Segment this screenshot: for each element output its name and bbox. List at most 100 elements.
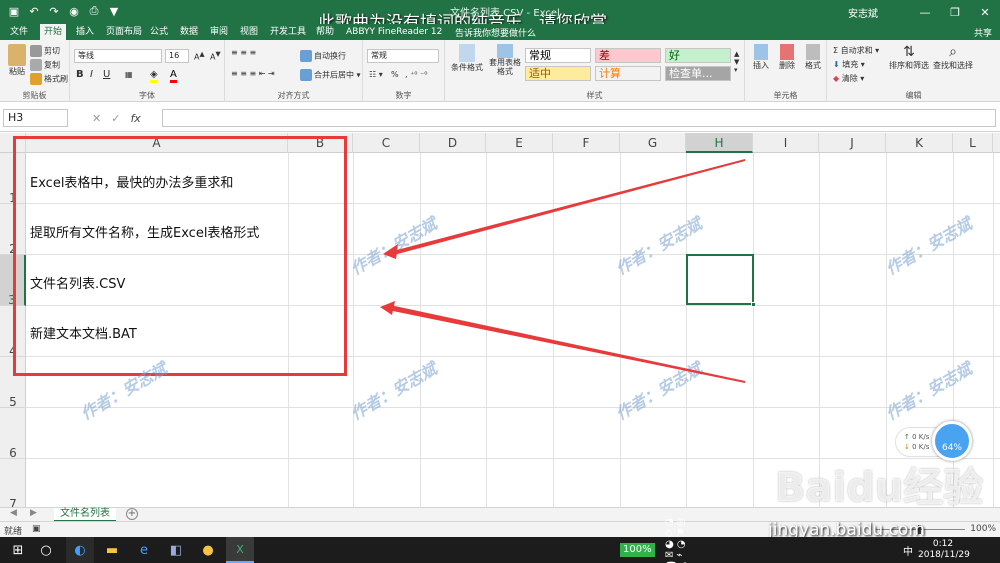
task-view-icon[interactable]: ◐ xyxy=(66,537,94,563)
font-size-select[interactable]: 16 xyxy=(165,49,189,63)
excel-taskbar-icon[interactable]: X xyxy=(226,537,254,563)
copy-button[interactable]: 复制 xyxy=(30,59,60,71)
search-icon[interactable]: ○ xyxy=(32,537,60,563)
print-icon[interactable]: ⎙ xyxy=(86,3,102,19)
tab-data[interactable]: 数据 xyxy=(176,24,202,40)
style-calculation[interactable]: 计算 xyxy=(595,66,661,81)
cancel-icon[interactable]: ✕ xyxy=(92,112,101,125)
align-top-icon[interactable]: ≡ ≡ ≡ xyxy=(231,48,256,57)
tab-insert[interactable]: 插入 xyxy=(72,24,98,40)
autosum-button[interactable]: Σ 自动求和 ▾ xyxy=(833,45,879,56)
column-header-h[interactable]: H xyxy=(686,133,753,153)
tab-home[interactable]: 开始 xyxy=(40,24,67,40)
find-select-button[interactable]: ⌕ 查找和选择 xyxy=(931,44,975,71)
align-left-icon[interactable]: ≡ ≡ ≡ ⇤ ⇥ xyxy=(231,69,275,78)
tab-page-layout[interactable]: 页面布局 xyxy=(102,24,146,40)
sheet-next-icon[interactable]: ▶ xyxy=(30,508,37,518)
column-header-l[interactable]: L xyxy=(953,133,993,153)
currency-icon[interactable]: ☷ ▾ xyxy=(369,70,383,79)
add-sheet-icon[interactable]: + xyxy=(126,508,138,520)
sort-filter-button[interactable]: ⇅ 排序和筛选 xyxy=(887,44,931,71)
style-check-cell[interactable]: 检查单... xyxy=(665,66,731,81)
percent-button[interactable]: % xyxy=(391,70,399,79)
undo-icon[interactable]: ↶ xyxy=(26,3,42,19)
restore-button[interactable]: ❐ xyxy=(940,0,970,24)
macro-record-icon[interactable]: ▣ xyxy=(32,524,41,534)
close-button[interactable]: ✕ xyxy=(970,0,1000,24)
insert-cells-button[interactable]: 插入 xyxy=(749,44,773,71)
merge-center-button[interactable]: 合并后居中 ▾ xyxy=(300,69,361,81)
style-neutral[interactable]: 适中 xyxy=(525,66,591,81)
style-normal[interactable]: 常规 xyxy=(525,48,591,63)
format-as-table-button[interactable]: 套用表格格式 xyxy=(487,44,523,76)
wrap-text-button[interactable]: 自动换行 xyxy=(300,50,346,62)
ime-indicator[interactable]: 中 xyxy=(903,543,913,558)
tab-help[interactable]: 帮助 xyxy=(312,24,338,40)
conditional-format-button[interactable]: 条件格式 xyxy=(449,44,485,73)
tab-formulas[interactable]: 公式 xyxy=(146,24,172,40)
column-header-d[interactable]: D xyxy=(420,133,486,153)
battery-indicator[interactable]: 100% xyxy=(620,543,655,557)
tab-file[interactable]: 文件 xyxy=(6,24,32,40)
sheet-tab-active[interactable]: 文件名列表 xyxy=(54,508,116,522)
sheet-prev-icon[interactable]: ◀ xyxy=(10,508,17,518)
cut-button[interactable]: 剪切 xyxy=(30,45,60,57)
tab-developer[interactable]: 开发工具 xyxy=(266,24,310,40)
edge-browser-icon[interactable]: e xyxy=(130,537,158,563)
fill-button[interactable]: ⬇ 填充 ▾ xyxy=(833,59,865,70)
fill-handle[interactable] xyxy=(751,302,756,307)
tray-icons[interactable]: ◔ ◎ ◇ ⚑ ◕ ◔ ✉ ⌁ ☎ ◉ ⟲ ♪ xyxy=(665,517,693,563)
delete-cells-button[interactable]: 删除 xyxy=(775,44,799,71)
fill-color-icon[interactable]: ◈ xyxy=(150,69,158,83)
row-header-7[interactable]: 7 xyxy=(0,459,26,507)
column-header-f[interactable]: F xyxy=(553,133,620,153)
user-name[interactable]: 安志斌 xyxy=(848,5,878,20)
font-color-icon[interactable]: A xyxy=(170,69,177,83)
underline-button[interactable]: U xyxy=(103,69,110,80)
shrink-font-icon[interactable]: A▼ xyxy=(210,50,221,62)
active-cell-h3[interactable] xyxy=(686,254,756,307)
column-header-c[interactable]: C xyxy=(353,133,420,153)
style-bad[interactable]: 差 xyxy=(595,48,661,63)
paste-button[interactable]: 粘贴 xyxy=(6,44,28,77)
column-header-i[interactable]: I xyxy=(753,133,819,153)
wechat-icon[interactable]: ● xyxy=(194,537,222,563)
redo-icon[interactable]: ↷ xyxy=(46,3,62,19)
grow-font-icon[interactable]: A▲ xyxy=(194,50,205,62)
worksheet-grid[interactable]: ABCDEFGHIJKL 1234567 Excel表格中，最快的办法多重求和 … xyxy=(0,133,1000,507)
column-header-k[interactable]: K xyxy=(886,133,953,153)
row-header-6[interactable]: 6 xyxy=(0,408,26,460)
windows-start-icon[interactable]: ⊞ xyxy=(4,537,32,563)
font-name-select[interactable]: 等线 xyxy=(74,49,162,63)
app-icon[interactable]: ◧ xyxy=(162,537,190,563)
column-header-j[interactable]: J xyxy=(819,133,886,153)
italic-button[interactable]: I xyxy=(90,69,93,80)
formula-input[interactable] xyxy=(162,109,996,127)
column-header-g[interactable]: G xyxy=(620,133,686,153)
share-button[interactable]: 共享 xyxy=(974,26,992,39)
column-header-e[interactable]: E xyxy=(486,133,553,153)
number-format-select[interactable]: 常规 xyxy=(367,49,439,63)
tab-review[interactable]: 审阅 xyxy=(206,24,232,40)
name-box[interactable]: H3 xyxy=(3,109,68,127)
bold-button[interactable]: B xyxy=(76,69,84,80)
filter-icon[interactable]: ▼ xyxy=(106,3,122,19)
camera-icon[interactable]: ◉ xyxy=(66,3,82,19)
tell-me-search[interactable]: 告诉我你想要做什么 xyxy=(455,26,536,39)
styles-scroll-icon[interactable]: ▲ ▼ ▾ xyxy=(734,50,739,74)
tab-abbyy[interactable]: ABBYY FineReader 12 xyxy=(342,24,446,40)
minimize-button[interactable]: — xyxy=(910,0,940,24)
system-clock[interactable]: 0:12 2018/11/29 xyxy=(918,539,970,561)
border-icon[interactable]: ▦ xyxy=(125,70,133,79)
tab-view[interactable]: 视图 xyxy=(236,24,262,40)
save-icon[interactable]: ▣ xyxy=(6,3,22,19)
format-cells-button[interactable]: 格式 xyxy=(801,44,825,71)
confirm-icon[interactable]: ✓ xyxy=(111,112,120,125)
format-painter-button[interactable]: 格式刷 xyxy=(30,73,68,85)
zoom-level[interactable]: 100% xyxy=(970,524,996,534)
style-good[interactable]: 好 xyxy=(665,48,731,63)
file-explorer-icon[interactable]: ▬ xyxy=(98,537,126,563)
insert-function-button[interactable]: fx xyxy=(130,112,140,125)
decimal-icon[interactable]: , ⁺⁰ ⁻⁰ xyxy=(405,70,428,79)
clear-button[interactable]: ◆ 清除 ▾ xyxy=(833,73,864,84)
